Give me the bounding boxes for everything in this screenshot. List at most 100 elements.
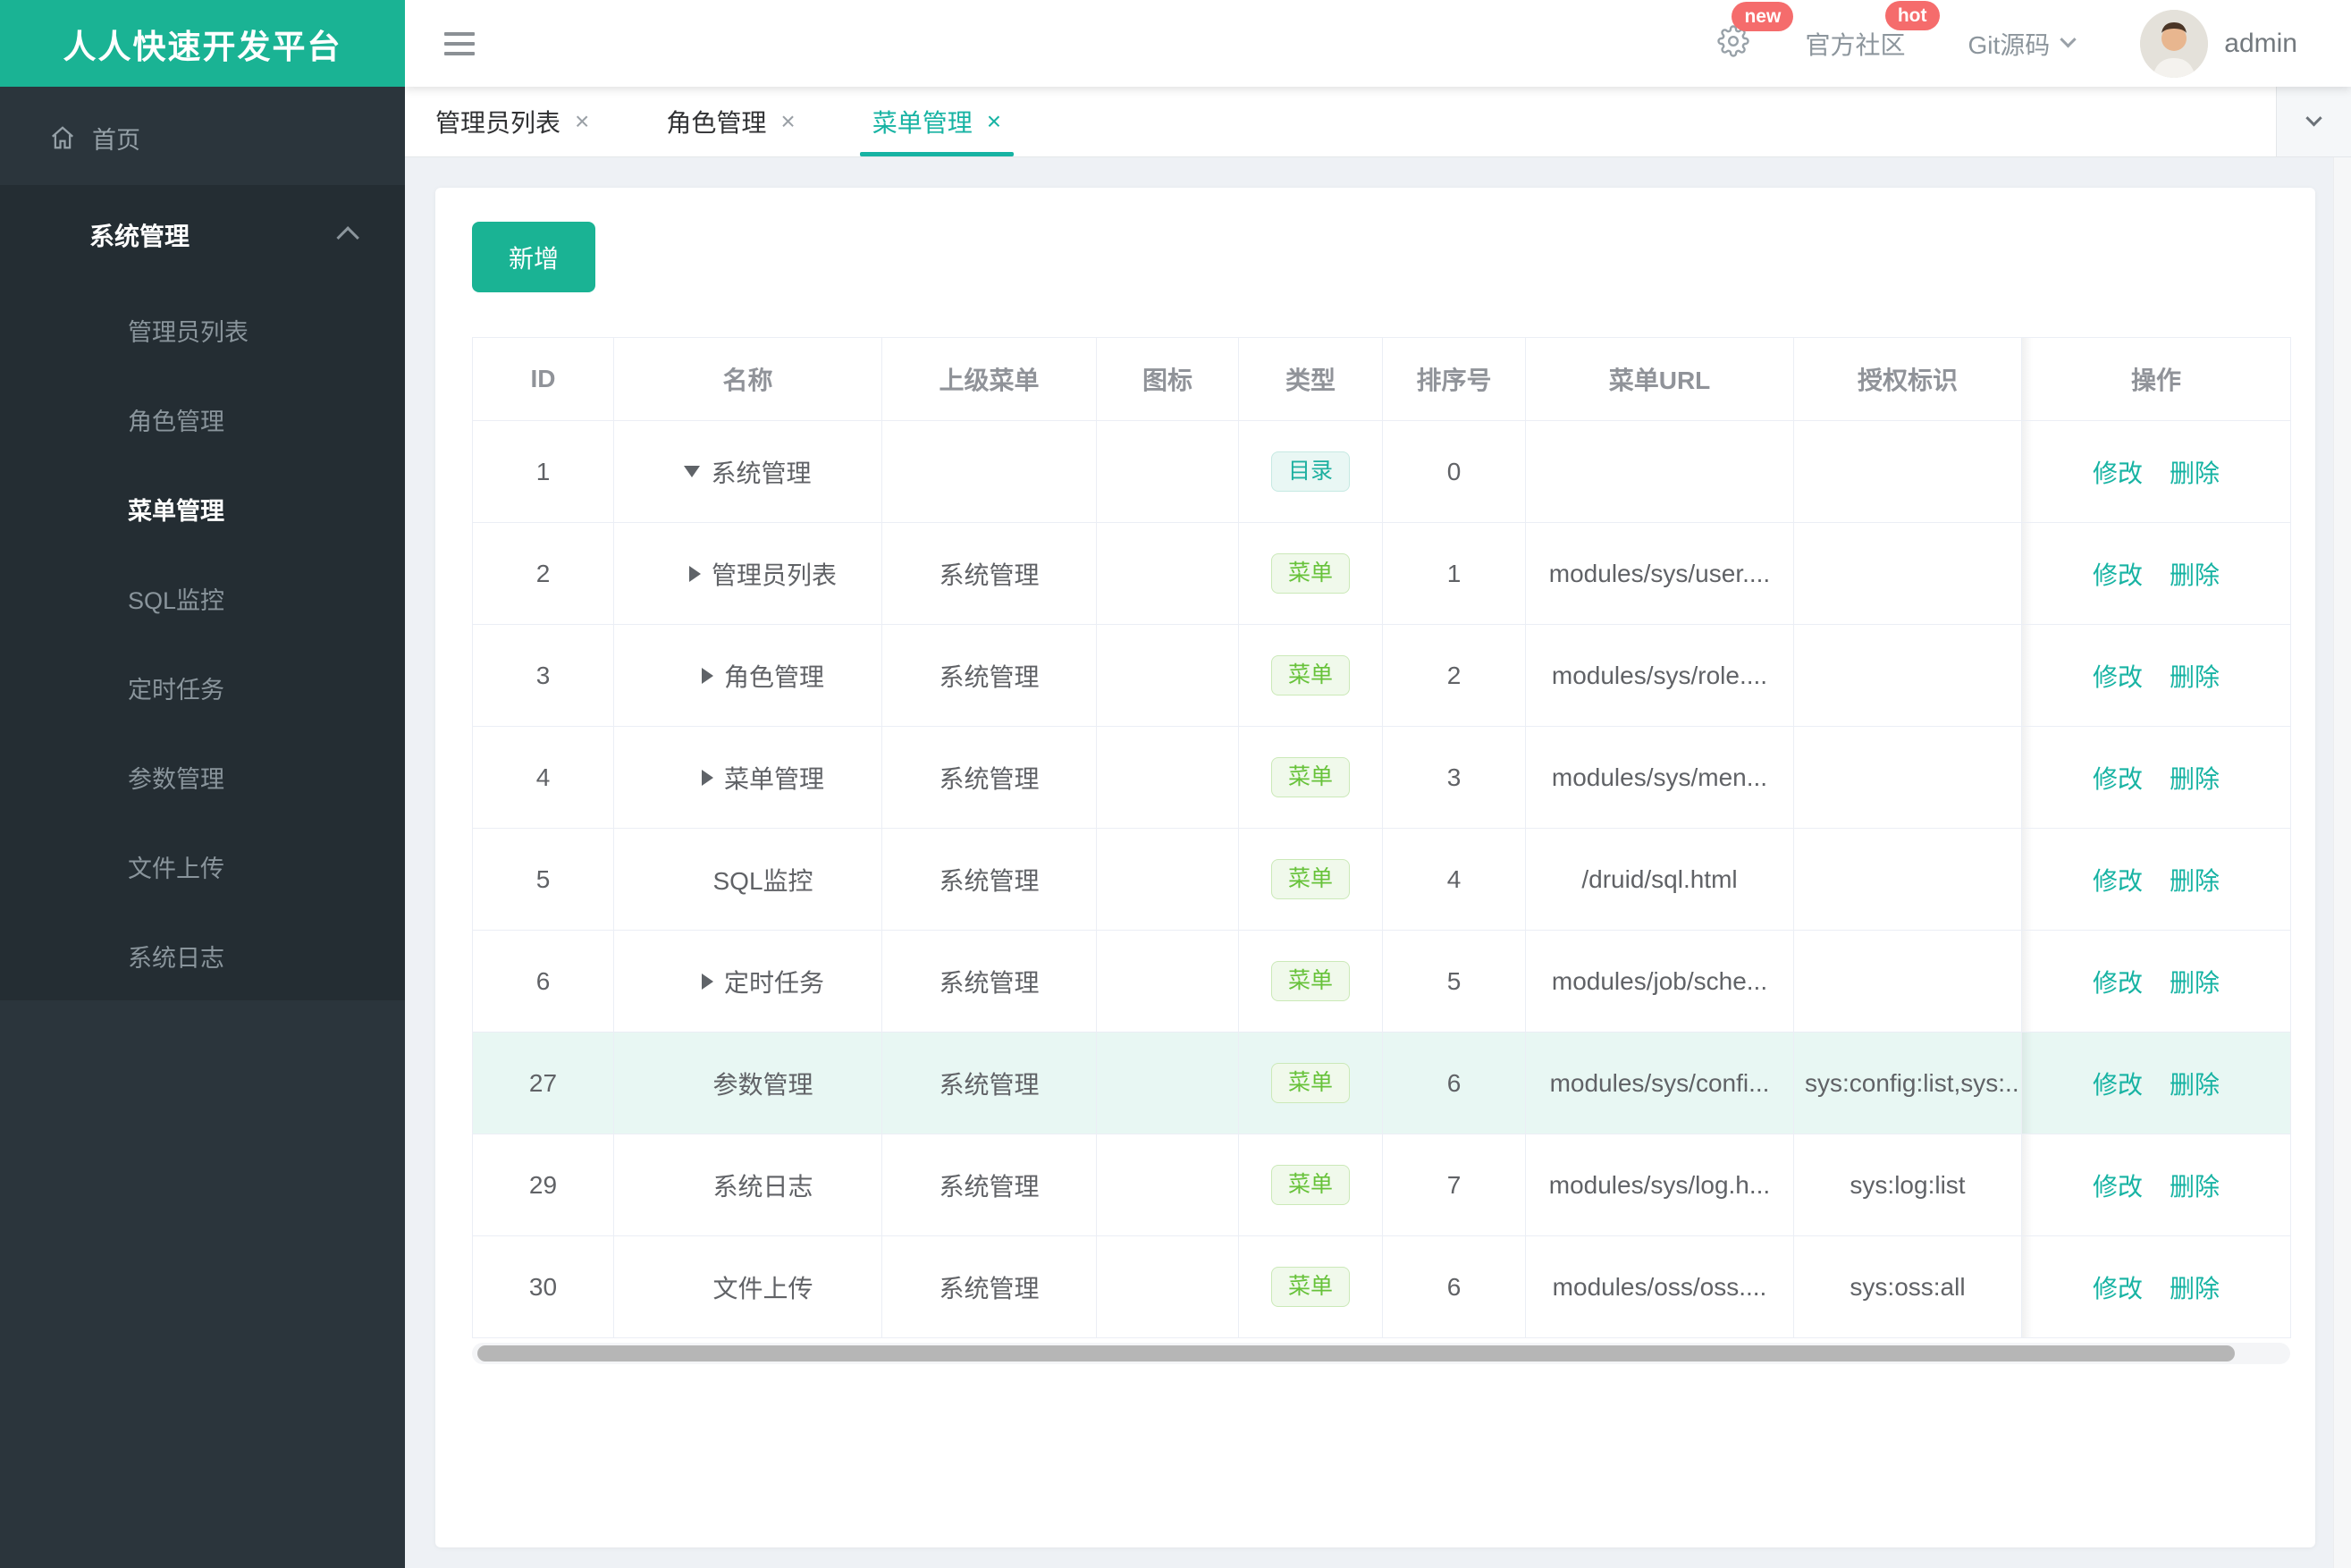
edit-link[interactable]: 修改 — [2093, 663, 2143, 691]
edit-link[interactable]: 修改 — [2093, 459, 2143, 487]
delete-link[interactable]: 删除 — [2170, 459, 2220, 487]
edit-link[interactable]: 修改 — [2093, 1275, 2143, 1302]
settings-button[interactable]: new — [1717, 2, 1794, 62]
collapse-arrow-icon[interactable] — [684, 466, 701, 477]
cell-actions: 修改 删除 — [2021, 726, 2291, 829]
sidebar-item-菜单管理[interactable]: 菜单管理 — [0, 464, 405, 553]
cell-parent-menu — [881, 420, 1097, 523]
delete-link[interactable]: 删除 — [2170, 867, 2220, 895]
cell-name: 参数管理 — [613, 1032, 882, 1134]
cell-actions: 修改 删除 — [2021, 1032, 2291, 1134]
cell-perms — [1793, 726, 2022, 829]
content-card: 新增 ID 名称 上级菜单 图标 类型 排序号 菜单URL 授权标识 操作 1 系统管理 目录 0 修改… — [435, 188, 2315, 1547]
vertical-scrollbar[interactable] — [2333, 87, 2351, 1568]
cell-menu-url: modules/sys/role.... — [1525, 624, 1794, 727]
app-logo: 人人快速开发平台 — [0, 0, 405, 87]
edit-link[interactable]: 修改 — [2093, 1071, 2143, 1099]
sidebar-item-管理员列表[interactable]: 管理员列表 — [0, 285, 405, 375]
column-header-授权标识: 授权标识 — [1793, 337, 2022, 421]
tab-close-icon[interactable]: × — [575, 109, 589, 134]
edit-link[interactable]: 修改 — [2093, 867, 2143, 895]
avatar-image — [2140, 9, 2209, 78]
cell-order: 3 — [1382, 726, 1526, 829]
cell-actions: 修改 删除 — [2021, 420, 2291, 523]
sidebar-item-定时任务[interactable]: 定时任务 — [0, 643, 405, 732]
delete-link[interactable]: 删除 — [2170, 1275, 2220, 1302]
cell-parent-menu: 系统管理 — [881, 726, 1097, 829]
tab-close-icon[interactable]: × — [780, 109, 795, 134]
edit-link[interactable]: 修改 — [2093, 969, 2143, 997]
avatar[interactable] — [2140, 9, 2209, 78]
expand-arrow-icon[interactable] — [688, 565, 701, 582]
delete-link[interactable]: 删除 — [2170, 1173, 2220, 1201]
cell-type: 菜单 — [1238, 1134, 1383, 1236]
menu-name: 系统日志 — [712, 1172, 813, 1201]
scrollbar-thumb[interactable] — [477, 1345, 2235, 1361]
type-tag: 目录 — [1270, 451, 1350, 492]
git-source-menu[interactable]: Git源码 — [1968, 26, 2077, 62]
cell-order: 0 — [1382, 420, 1526, 523]
cell-menu-url — [1525, 420, 1794, 523]
column-header-ID: ID — [472, 337, 614, 421]
cell-id: 29 — [472, 1134, 614, 1236]
column-header-名称: 名称 — [613, 337, 882, 421]
top-header: new 官方社区 hot Git源码 admin — [405, 0, 2351, 87]
cell-menu-url: modules/sys/confi... — [1525, 1032, 1794, 1134]
table-row: 1 系统管理 目录 0 修改 删除 — [472, 420, 2291, 523]
community-link[interactable]: 官方社区 hot — [1805, 0, 1940, 62]
tab-close-icon[interactable]: × — [987, 109, 1001, 134]
cell-parent-menu: 系统管理 — [881, 522, 1097, 625]
cell-actions: 修改 删除 — [2021, 522, 2291, 625]
sidebar-item-SQL监控[interactable]: SQL监控 — [0, 553, 405, 643]
delete-link[interactable]: 删除 — [2170, 1071, 2220, 1099]
sidebar-section-system[interactable]: 系统管理 — [0, 185, 405, 285]
tab-管理员列表[interactable]: 管理员列表 × — [412, 87, 612, 156]
sidebar-toggle-icon[interactable] — [444, 26, 475, 62]
tabs-overflow-button[interactable] — [2276, 87, 2351, 156]
table-row: 6 定时任务 系统管理 菜单 5 modules/job/sche... 修改 删除 — [472, 930, 2291, 1033]
cell-id: 6 — [472, 930, 614, 1033]
cell-type: 菜单 — [1238, 726, 1383, 829]
tab-角色管理[interactable]: 角色管理 × — [643, 87, 818, 156]
edit-link[interactable]: 修改 — [2093, 1173, 2143, 1201]
sidebar-item-角色管理[interactable]: 角色管理 — [0, 375, 405, 464]
sidebar-item-文件上传[interactable]: 文件上传 — [0, 822, 405, 911]
edit-link[interactable]: 修改 — [2093, 765, 2143, 793]
sidebar-item-参数管理[interactable]: 参数管理 — [0, 732, 405, 822]
delete-link[interactable]: 删除 — [2170, 663, 2220, 691]
column-header-上级菜单: 上级菜单 — [881, 337, 1097, 421]
cell-perms — [1793, 522, 2022, 625]
cell-actions: 修改 删除 — [2021, 1235, 2291, 1338]
cell-parent-menu: 系统管理 — [881, 930, 1097, 1033]
table-row: 5 SQL监控 系统管理 菜单 4/druid/sql.html 修改 删除 — [472, 828, 2291, 931]
cell-menu-url: modules/sys/log.h... — [1525, 1134, 1794, 1236]
delete-link[interactable]: 删除 — [2170, 765, 2220, 793]
add-button[interactable]: 新增 — [472, 222, 595, 292]
type-tag: 菜单 — [1270, 961, 1350, 1001]
expand-arrow-icon[interactable] — [701, 769, 713, 786]
delete-link[interactable]: 删除 — [2170, 561, 2220, 589]
username[interactable]: admin — [2224, 29, 2297, 59]
cell-icon — [1096, 828, 1239, 931]
cell-type: 菜单 — [1238, 930, 1383, 1033]
cell-icon — [1096, 1235, 1239, 1338]
expand-arrow-icon[interactable] — [701, 667, 713, 684]
cell-menu-url: modules/sys/men... — [1525, 726, 1794, 829]
cell-perms: sys:oss:all — [1793, 1235, 2022, 1338]
cell-id: 4 — [472, 726, 614, 829]
cell-order: 6 — [1382, 1032, 1526, 1134]
sidebar-item-系统日志[interactable]: 系统日志 — [0, 911, 405, 1000]
cell-actions: 修改 删除 — [2021, 930, 2291, 1033]
edit-link[interactable]: 修改 — [2093, 561, 2143, 589]
delete-link[interactable]: 删除 — [2170, 969, 2220, 997]
cell-name: 管理员列表 — [613, 522, 882, 625]
horizontal-scrollbar[interactable] — [472, 1343, 2290, 1364]
tab-菜单管理[interactable]: 菜单管理 × — [849, 87, 1024, 156]
expand-arrow-icon[interactable] — [701, 973, 713, 990]
cell-order: 5 — [1382, 930, 1526, 1033]
cell-perms — [1793, 828, 2022, 931]
sidebar-item-home[interactable]: 首页 — [0, 110, 405, 165]
cell-icon — [1096, 726, 1239, 829]
cell-id: 30 — [472, 1235, 614, 1338]
main-content: 新增 ID 名称 上级菜单 图标 类型 排序号 菜单URL 授权标识 操作 1 系统管理 目录 0 修改… — [405, 157, 2351, 1568]
